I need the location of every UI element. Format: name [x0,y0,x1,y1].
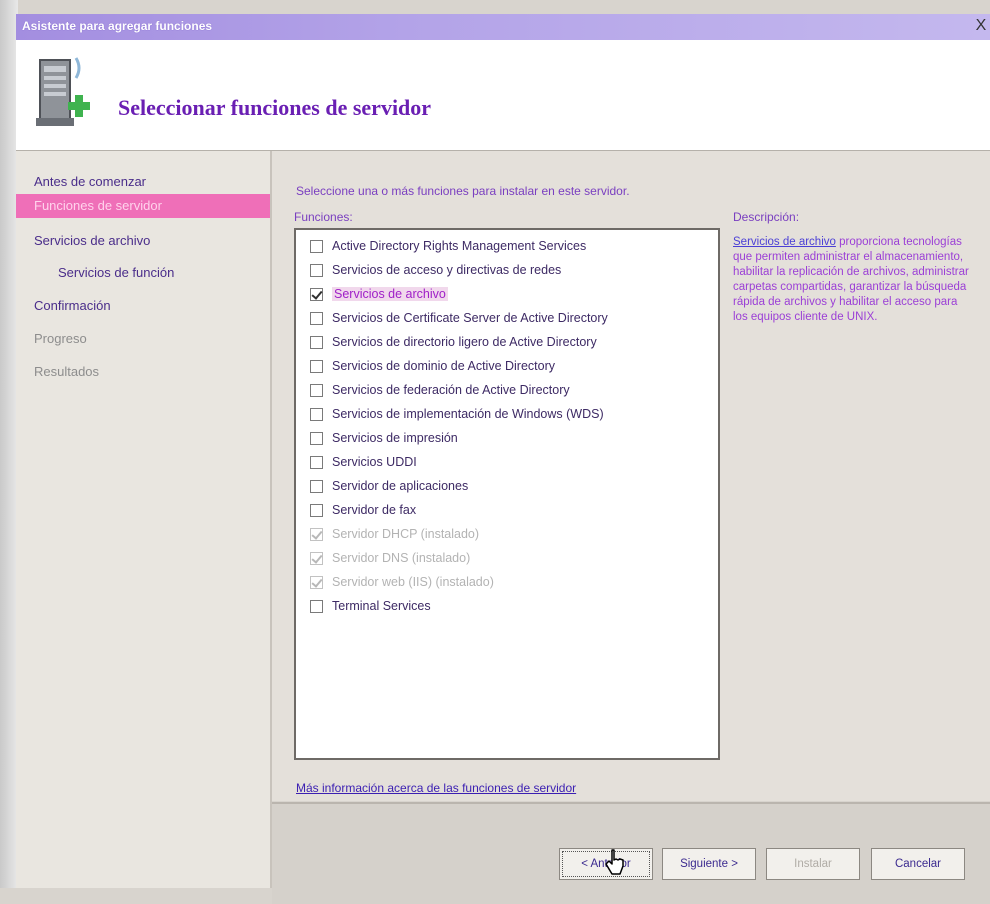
more-info-link[interactable]: Más información acerca de las funciones … [296,781,576,795]
main-content: Seleccione una o más funciones para inst… [272,151,990,801]
role-label: Servicios de implementación de Windows (… [332,407,604,421]
page-title: Seleccionar funciones de servidor [118,95,432,120]
role-row[interactable]: Terminal Services [310,595,710,617]
install-button: Instalar [766,848,860,880]
checkbox[interactable] [310,287,323,301]
role-label: Servicios de acceso y directivas de rede… [332,263,562,277]
description-body: proporciona tecnologías que permiten adm… [733,236,969,323]
roles-list[interactable]: Active Directory Rights Management Servi… [294,228,720,760]
description-link[interactable]: Servicios de archivo [733,236,836,248]
wizard-header: Seleccionar funciones de servidor [16,40,990,151]
role-label: Active Directory Rights Management Servi… [332,239,587,253]
role-description: Servicios de archivo proporciona tecnolo… [733,235,969,325]
role-label: Servicios de impresión [332,431,458,445]
checkbox[interactable] [310,455,323,469]
checkbox[interactable] [310,599,323,613]
role-label: Servicios de federación de Active Direct… [332,383,570,397]
sidebar-item-progreso: Progreso [34,331,87,346]
wizard-steps-sidebar: Antes de comenzar Funciones de servidor … [16,151,272,888]
sidebar-item-servicios-de-archivo[interactable]: Servicios de archivo [16,229,270,253]
checkbox [310,575,323,589]
close-button[interactable]: X [972,16,990,36]
roles-label: Funciones: [294,210,353,224]
instruction-text: Seleccione una o más funciones para inst… [296,184,630,198]
role-row[interactable]: Servicios de implementación de Windows (… [310,403,710,425]
next-button[interactable]: Siguiente > [662,848,756,880]
checkbox[interactable] [310,431,323,445]
role-row[interactable]: Servicios de dominio de Active Directory [310,355,710,377]
role-row[interactable]: Servicios de archivo [310,283,710,305]
role-label: Servicios de dominio de Active Directory [332,359,556,373]
checkbox [310,527,323,541]
window-title: Asistente para agregar funciones [22,19,213,33]
server-add-icon [36,57,90,126]
role-row[interactable]: Servicios de impresión [310,427,710,449]
sidebar-item-servicios-de-funcion[interactable]: Servicios de función [16,261,270,285]
role-label: Servidor de fax [332,503,417,517]
checkbox[interactable] [310,359,323,373]
role-row[interactable]: Active Directory Rights Management Servi… [310,235,710,257]
role-row[interactable]: Servidor de fax [310,499,710,521]
sidebar-item-confirmacion[interactable]: Confirmación [16,294,270,318]
checkbox [310,551,323,565]
title-bar: Asistente para agregar funciones X [16,14,990,40]
role-label: Servicios UDDI [332,455,417,469]
role-row[interactable]: Servicios UDDI [310,451,710,473]
checkbox[interactable] [310,239,323,253]
role-row[interactable]: Servidor de aplicaciones [310,475,710,497]
role-row[interactable]: Servicios de directorio ligero de Active… [310,331,710,353]
role-row[interactable]: Servicios de Certificate Server de Activ… [310,307,710,329]
role-row: Servidor DNS (instalado) [310,547,710,569]
add-roles-wizard-window: Asistente para agregar funciones X Selec… [16,14,990,904]
role-label: Servidor DNS (instalado) [332,551,471,565]
description-label: Descripción: [733,210,800,224]
checkbox[interactable] [310,383,323,397]
mouse-pointer-icon [605,849,624,875]
checkbox[interactable] [310,479,323,493]
role-row[interactable]: Servicios de acceso y directivas de rede… [310,259,710,281]
checkbox[interactable] [310,335,323,349]
checkbox[interactable] [310,311,323,325]
cancel-button[interactable]: Cancelar [871,848,965,880]
role-label: Servicios de directorio ligero de Active… [332,335,597,349]
role-label: Servidor web (IIS) (instalado) [332,575,494,589]
role-label: Servidor de aplicaciones [332,479,469,493]
wizard-footer: < Anterior Siguiente > Instalar Cancelar [272,802,990,904]
role-row: Servidor web (IIS) (instalado) [310,571,710,593]
role-row[interactable]: Servicios de federación de Active Direct… [310,379,710,401]
sidebar-item-funciones-de-servidor[interactable]: Funciones de servidor [16,194,270,218]
sidebar-item-resultados: Resultados [34,364,100,379]
role-label: Terminal Services [332,599,431,613]
role-row: Servidor DHCP (instalado) [310,523,710,545]
role-label: Servidor DHCP (instalado) [332,527,480,541]
role-label: Servicios de archivo [332,287,448,301]
checkbox[interactable] [310,407,323,421]
sidebar-item-antes-de-comenzar[interactable]: Antes de comenzar [16,170,270,194]
role-label: Servicios de Certificate Server de Activ… [332,311,608,325]
checkbox[interactable] [310,263,323,277]
checkbox[interactable] [310,503,323,517]
